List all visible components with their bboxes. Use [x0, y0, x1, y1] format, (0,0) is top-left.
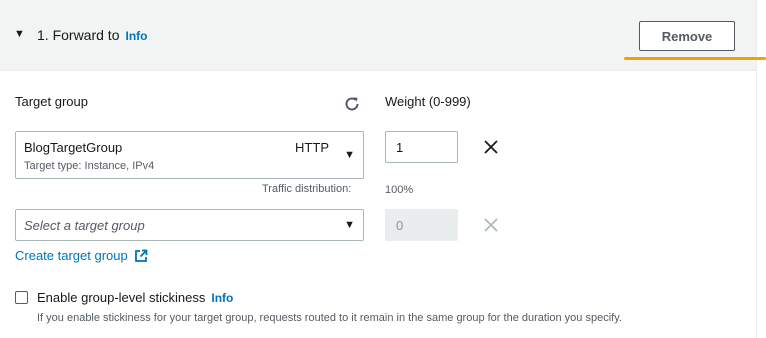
forward-header: ▼ 1. Forward to Info Remove [0, 0, 756, 71]
weight-label: Weight (0-999) [385, 94, 471, 109]
forward-action-panel: ▼ 1. Forward to Info Remove Target group … [0, 0, 766, 338]
weight-input[interactable]: 1 [385, 131, 458, 163]
select-placeholder: Select a target group [24, 218, 145, 233]
forward-info-link[interactable]: Info [125, 29, 147, 43]
stickiness-checkbox[interactable] [15, 291, 28, 304]
create-target-group-label: Create target group [15, 248, 128, 263]
remove-button[interactable]: Remove [639, 21, 735, 51]
target-group-select-empty[interactable]: Select a target group ▼ [15, 209, 364, 241]
traffic-distribution-value: 100% [385, 184, 414, 196]
stickiness-description: If you enable stickiness for your target… [37, 312, 622, 324]
dropdown-arrow-icon: ▼ [344, 219, 355, 231]
traffic-distribution-label: Traffic distribution: [262, 183, 352, 195]
target-group-select[interactable]: BlogTargetGroup Target type: Instance, I… [15, 131, 364, 179]
collapse-caret-icon[interactable]: ▼ [14, 28, 25, 40]
dropdown-arrow-icon: ▼ [344, 149, 355, 161]
target-group-label: Target group [15, 94, 88, 109]
close-icon[interactable] [482, 216, 500, 234]
refresh-icon[interactable] [343, 95, 361, 113]
weight-input-disabled[interactable]: 0 [385, 209, 458, 241]
create-target-group-link[interactable]: Create target group [15, 248, 148, 263]
target-type-text: Target type: Instance, IPv4 [24, 160, 155, 172]
stickiness-label: Enable group-level stickiness [37, 290, 206, 305]
close-icon[interactable] [482, 138, 500, 156]
external-link-icon [134, 249, 148, 262]
forward-title: 1. Forward to [37, 27, 120, 43]
stickiness-info-link[interactable]: Info [211, 291, 233, 305]
protocol-text: HTTP [295, 140, 329, 155]
highlight-underline [624, 57, 766, 60]
target-group-name: BlogTargetGroup [24, 140, 123, 155]
